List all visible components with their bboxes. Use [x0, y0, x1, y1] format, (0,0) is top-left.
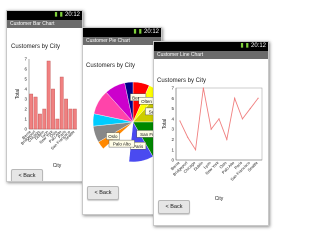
status-bar: ▮ ▮ 20:12 [154, 42, 268, 51]
y-tick-label: 4 [171, 116, 174, 121]
y-tick-label: 2 [171, 137, 174, 142]
bar [29, 93, 34, 130]
plot-area [175, 87, 263, 161]
data-point [187, 136, 189, 138]
status-bar: ▮ ▮ 20:12 [83, 28, 161, 37]
back-button[interactable]: < Back [158, 200, 190, 214]
pie-chart-screen: ▮ ▮ 20:12 Customer Pie Chart Customers b… [82, 27, 162, 215]
y-tick-label: 2 [24, 107, 27, 112]
bar [59, 76, 64, 130]
bar [64, 98, 68, 130]
line-chart-screen: ▮ ▮ 20:12 Customer Line Chart Customers … [153, 41, 269, 226]
signal-icon: ▮ [133, 29, 137, 35]
bar [55, 118, 60, 130]
bar [51, 88, 55, 130]
status-time: 20:12 [143, 29, 159, 35]
title-bar: Customer Line Chart [154, 51, 268, 59]
title-bar: Customer Bar Chart [7, 20, 82, 28]
back-button[interactable]: < Back [87, 186, 119, 200]
data-point [194, 149, 197, 151]
bar-chart-screen: ▮ ▮ 20:12 Customer Bar Chart Customers b… [6, 10, 83, 182]
slice-label: Olten [141, 99, 152, 104]
y-tick-label: 5 [24, 77, 27, 82]
battery-icon: ▮ [138, 29, 142, 35]
x-axis-title: City [215, 196, 224, 202]
y-tick-label: 1 [24, 117, 27, 122]
data-point [257, 97, 259, 99]
bar [33, 96, 38, 130]
battery-icon: ▮ [245, 43, 249, 49]
signal-icon: ▮ [54, 12, 58, 18]
y-axis-title: Total [162, 119, 168, 130]
status-time: 20:12 [250, 43, 266, 49]
slice-label: Oslo [108, 134, 118, 139]
bar [68, 108, 73, 130]
bar [42, 108, 47, 130]
x-axis-title: City [53, 163, 62, 169]
battery-icon: ▮ [59, 12, 63, 18]
data-point [202, 87, 204, 89]
data-point [210, 128, 212, 130]
y-tick-label: 3 [171, 127, 174, 132]
y-tick-label: 7 [24, 57, 27, 62]
bar [72, 108, 77, 130]
status-time: 20:12 [64, 12, 80, 18]
data-point [226, 138, 228, 141]
slice-label: Palo Alto [113, 142, 131, 147]
signal-icon: ▮ [240, 43, 244, 49]
data-point [218, 118, 220, 120]
y-tick-label: 5 [171, 106, 174, 111]
status-bar: ▮ ▮ 20:12 [7, 11, 82, 20]
back-button[interactable]: < Back [11, 169, 43, 181]
data-point [234, 97, 236, 99]
chart-title: Customers by City [157, 78, 207, 84]
y-axis-title: Total [15, 89, 21, 100]
y-tick-label: 7 [171, 86, 174, 91]
y-tick-label: 3 [24, 97, 27, 102]
y-tick-label: 6 [171, 96, 174, 101]
y-tick-label: 6 [24, 67, 27, 72]
chart-title: Customers by City [11, 44, 61, 50]
data-point [249, 107, 251, 110]
bar [38, 113, 42, 130]
chart-title: Customers by City [86, 63, 136, 69]
bar-chart: 01234567BerneBridgeportChicagoDublinLyon… [15, 57, 77, 169]
data-point [241, 118, 244, 120]
bar [46, 60, 51, 130]
title-bar: Customer Pie Chart [83, 37, 161, 45]
pie-chart: BerneSeattleSan FranciscoParisPalo AltoO… [92, 81, 161, 163]
line-chart: 01234567BerneBridgeportChicagoDublinLyon… [162, 86, 263, 202]
y-tick-label: 4 [24, 87, 27, 92]
data-point [179, 120, 181, 122]
y-tick-label: 1 [171, 147, 174, 152]
